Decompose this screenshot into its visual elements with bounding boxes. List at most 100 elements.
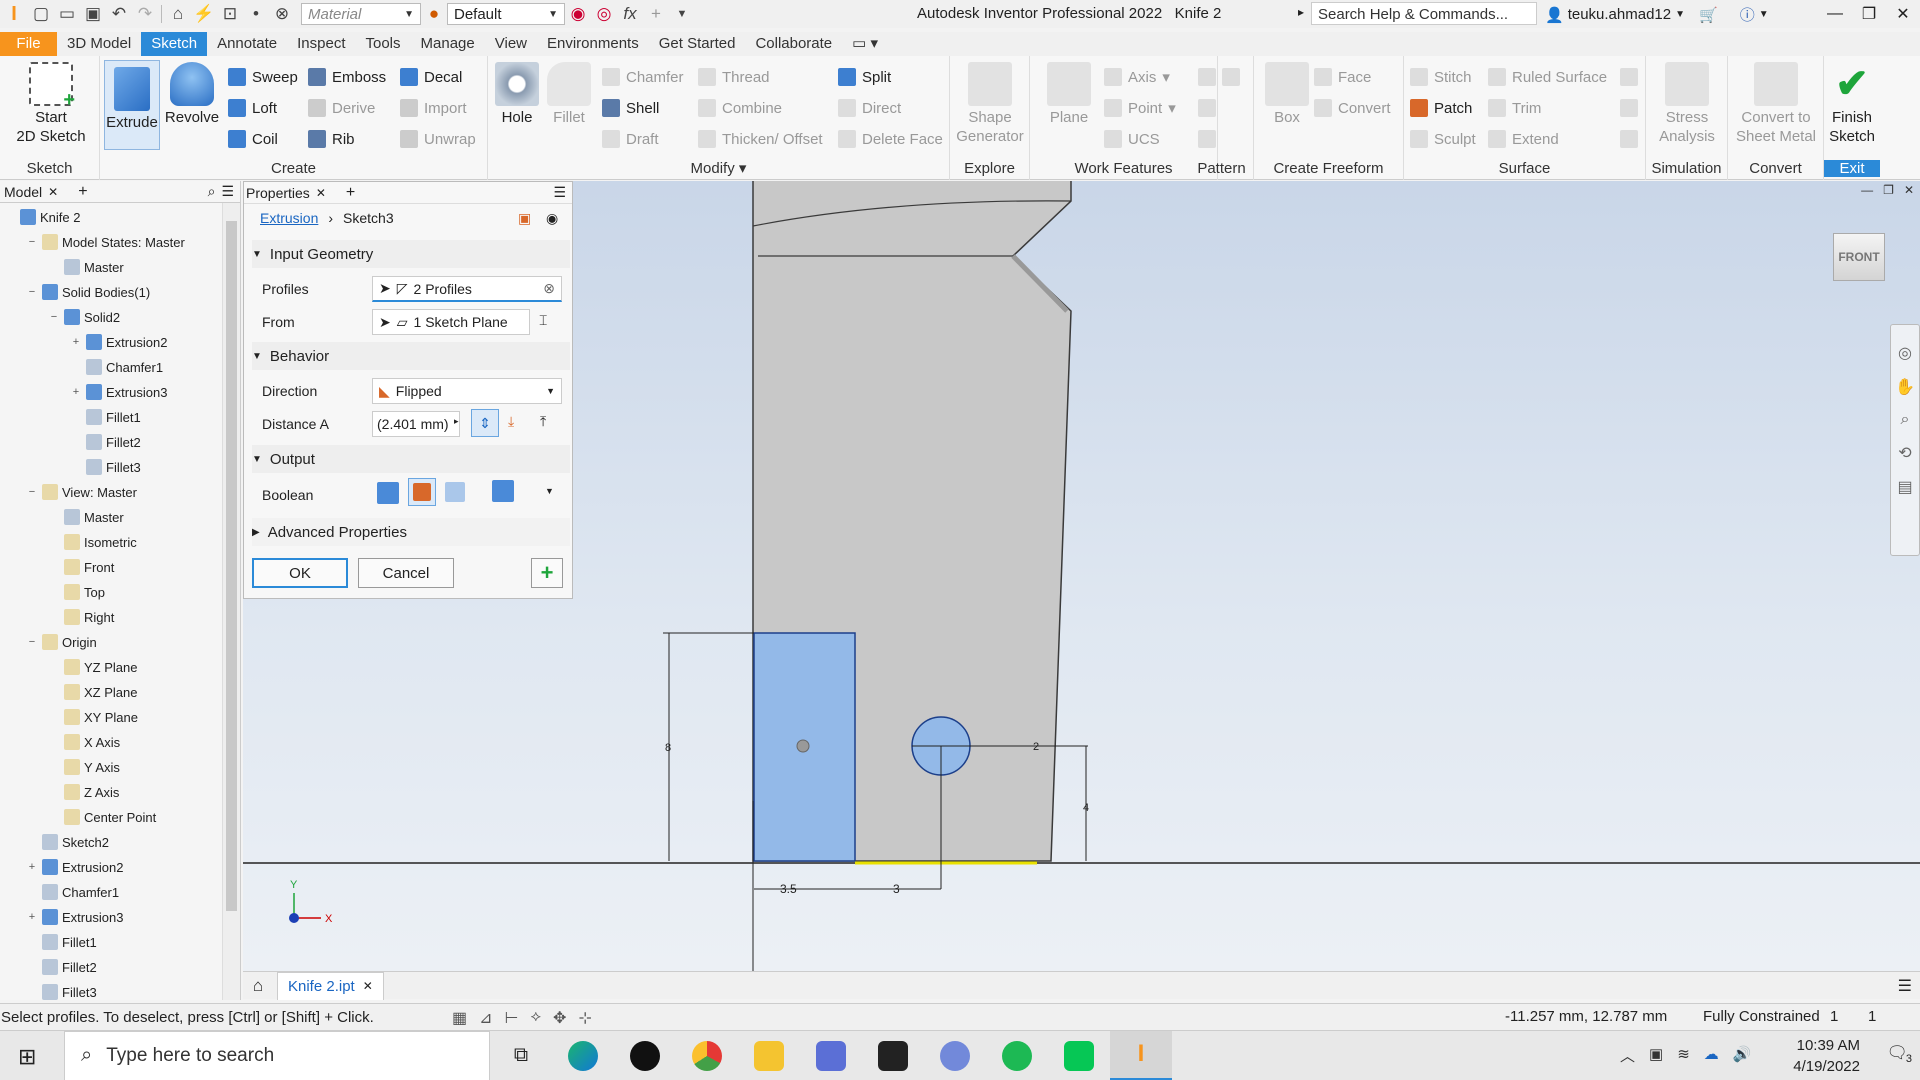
menu-icon[interactable]: ☰ (221, 183, 234, 200)
delete-face-button[interactable]: Delete Face (838, 128, 943, 150)
system-clock[interactable]: 10:39 AM 4/19/2022 (1793, 1035, 1860, 1077)
emboss-button[interactable]: Emboss (308, 66, 386, 88)
sweep-button[interactable]: Sweep (228, 66, 298, 88)
direct-button[interactable]: Direct (838, 97, 901, 119)
add-tab-icon[interactable]: + (78, 183, 87, 201)
ribbon-tab-tools[interactable]: Tools (356, 32, 411, 56)
shell-button[interactable]: Shell (602, 97, 659, 119)
expand-icon[interactable]: + (26, 861, 38, 873)
ribbon-tab-environments[interactable]: Environments (537, 32, 649, 56)
meet-now-icon[interactable]: ▣ (1649, 1045, 1663, 1066)
minimize-icon[interactable]: — (1818, 0, 1852, 28)
tree-item[interactable]: + Extrusion2 (70, 332, 167, 352)
new-file-icon[interactable]: ▢ (28, 2, 54, 26)
tree-item[interactable]: Top (48, 582, 105, 602)
draft-button[interactable]: Draft (602, 128, 659, 150)
box-button[interactable]: Box (1262, 62, 1312, 127)
expand-icon[interactable]: + (70, 336, 82, 348)
tree-item[interactable]: X Axis (48, 732, 120, 752)
thicken-offset-button[interactable]: Thicken/ Offset (698, 128, 823, 150)
profiles-selector[interactable]: ➤ ◸ 2 Profiles ⊗ (372, 276, 562, 302)
ok-button[interactable]: OK (252, 558, 348, 588)
section-advanced-properties[interactable]: ▶ Advanced Properties (252, 518, 570, 546)
ribbon-tab-collaborate[interactable]: Collaborate (745, 32, 842, 56)
select-icon[interactable]: ⊡ (217, 2, 243, 26)
rib-button[interactable]: Rib (308, 128, 355, 150)
boolean-intersect-icon[interactable] (445, 482, 465, 502)
axis-button[interactable]: Axis ▾ (1104, 66, 1170, 88)
save-icon[interactable]: ▣ (80, 2, 106, 26)
chrome-app[interactable] (676, 1031, 738, 1080)
infer-icon[interactable]: ⊹ (578, 1008, 591, 1028)
close-icon[interactable]: ✕ (1886, 0, 1920, 28)
help-icon[interactable]: ⓘ (1740, 4, 1755, 25)
undo-icon[interactable]: ↶ (106, 2, 132, 26)
clear-icon[interactable]: ◎ (591, 2, 617, 26)
derive-button[interactable]: Derive (308, 97, 375, 119)
measure-icon[interactable]: • (243, 2, 269, 26)
tree-item[interactable]: Right (48, 607, 114, 627)
tree-item[interactable]: Fillet1 (70, 407, 141, 427)
from-options-icon[interactable]: ⌶ (539, 312, 547, 329)
customize-chevron-icon[interactable]: ▼ (669, 2, 695, 26)
decal-button[interactable]: Decal (400, 66, 462, 88)
menu-icon[interactable]: ☰ (553, 184, 566, 201)
constraint-icon[interactable]: ⊿ (479, 1008, 492, 1028)
grid-icon[interactable]: ▦ (452, 1008, 467, 1028)
pan-icon[interactable]: ✋ (1895, 377, 1915, 397)
ribbon-tab-sketch[interactable]: Sketch (141, 32, 208, 56)
finish-sketch-button[interactable]: ✔ Finish Sketch (1826, 62, 1878, 146)
unwrap-button[interactable]: Unwrap (400, 128, 476, 150)
coil-button[interactable]: Coil (228, 128, 278, 150)
user-account[interactable]: 👤 teuku.ahmad12 ▼ 🛒 ⓘ ▼ (1545, 4, 1769, 25)
ribbon-tab-annotate[interactable]: Annotate (207, 32, 287, 56)
dimension-icon[interactable]: ⊢ (505, 1008, 519, 1028)
ribbon-display-toggle-icon[interactable]: ▭ ▾ (842, 32, 888, 56)
search-expand-icon[interactable]: ▸ (1298, 5, 1304, 19)
parameters-fx-icon[interactable]: fx (617, 2, 643, 26)
tree-item[interactable]: Chamfer1 (70, 357, 163, 377)
cancel-button[interactable]: Cancel (358, 558, 454, 588)
group-label-modify[interactable]: Modify ▾ (488, 159, 949, 177)
collapse-icon[interactable]: − (26, 286, 38, 298)
collapse-icon[interactable]: − (26, 236, 38, 248)
minimize-icon[interactable]: — (1861, 183, 1873, 197)
section-behavior[interactable]: ▼ Behavior (252, 342, 570, 370)
fillet-button[interactable]: Fillet (544, 62, 594, 127)
tree-item[interactable]: − Solid2 (48, 307, 120, 327)
chevron-up-icon[interactable]: ︿ (1620, 1045, 1635, 1066)
expand-icon[interactable]: + (26, 911, 38, 923)
tree-item[interactable]: Isometric (48, 532, 137, 552)
snap-icon[interactable]: ✥ (553, 1008, 566, 1028)
restore-icon[interactable]: ❐ (1852, 0, 1886, 28)
boolean-join-icon[interactable] (377, 482, 399, 504)
revolve-button[interactable]: Revolve (162, 62, 222, 127)
tree-item[interactable]: + Extrusion3 (26, 907, 123, 927)
extend-button[interactable]: Extend (1488, 128, 1559, 150)
material-combo[interactable]: Material ▼ (301, 3, 421, 25)
update-icon[interactable]: ⚡ (191, 2, 217, 26)
to-next-icon[interactable]: ⤓ (508, 413, 514, 430)
windows-start-icon[interactable]: ⊞ (18, 1044, 36, 1070)
tree-item[interactable]: Knife 2 (4, 207, 80, 227)
distance-arrow-icon[interactable]: ▸ (454, 416, 459, 427)
close-icon[interactable]: ✕ (363, 979, 373, 993)
tree-item[interactable]: Master (48, 257, 124, 277)
notifications-button[interactable]: 🗨 3 (1886, 1043, 1912, 1065)
orbit-icon[interactable]: ⟲ (1898, 443, 1911, 463)
adjust-icon[interactable]: ◉ (565, 2, 591, 26)
scrollbar-thumb[interactable] (226, 221, 237, 911)
point-button[interactable]: Point ▾ (1104, 97, 1176, 119)
trim-button[interactable]: Trim (1488, 97, 1541, 119)
tree-item[interactable]: Chamfer1 (26, 882, 119, 902)
restore-icon[interactable]: ❐ (1883, 183, 1894, 197)
tree-item[interactable]: Fillet2 (26, 957, 97, 977)
section-input-geometry[interactable]: ▼ Input Geometry (252, 240, 570, 268)
autodesk-app[interactable] (800, 1031, 862, 1080)
close-icon[interactable]: ✕ (1904, 183, 1914, 197)
browser-tab-model[interactable]: Model (4, 184, 42, 200)
loft-button[interactable]: Loft (228, 97, 277, 119)
collapse-icon[interactable]: − (26, 636, 38, 648)
edge-app[interactable] (552, 1031, 614, 1080)
ribbon-tab-3d-model[interactable]: 3D Model (57, 32, 141, 56)
